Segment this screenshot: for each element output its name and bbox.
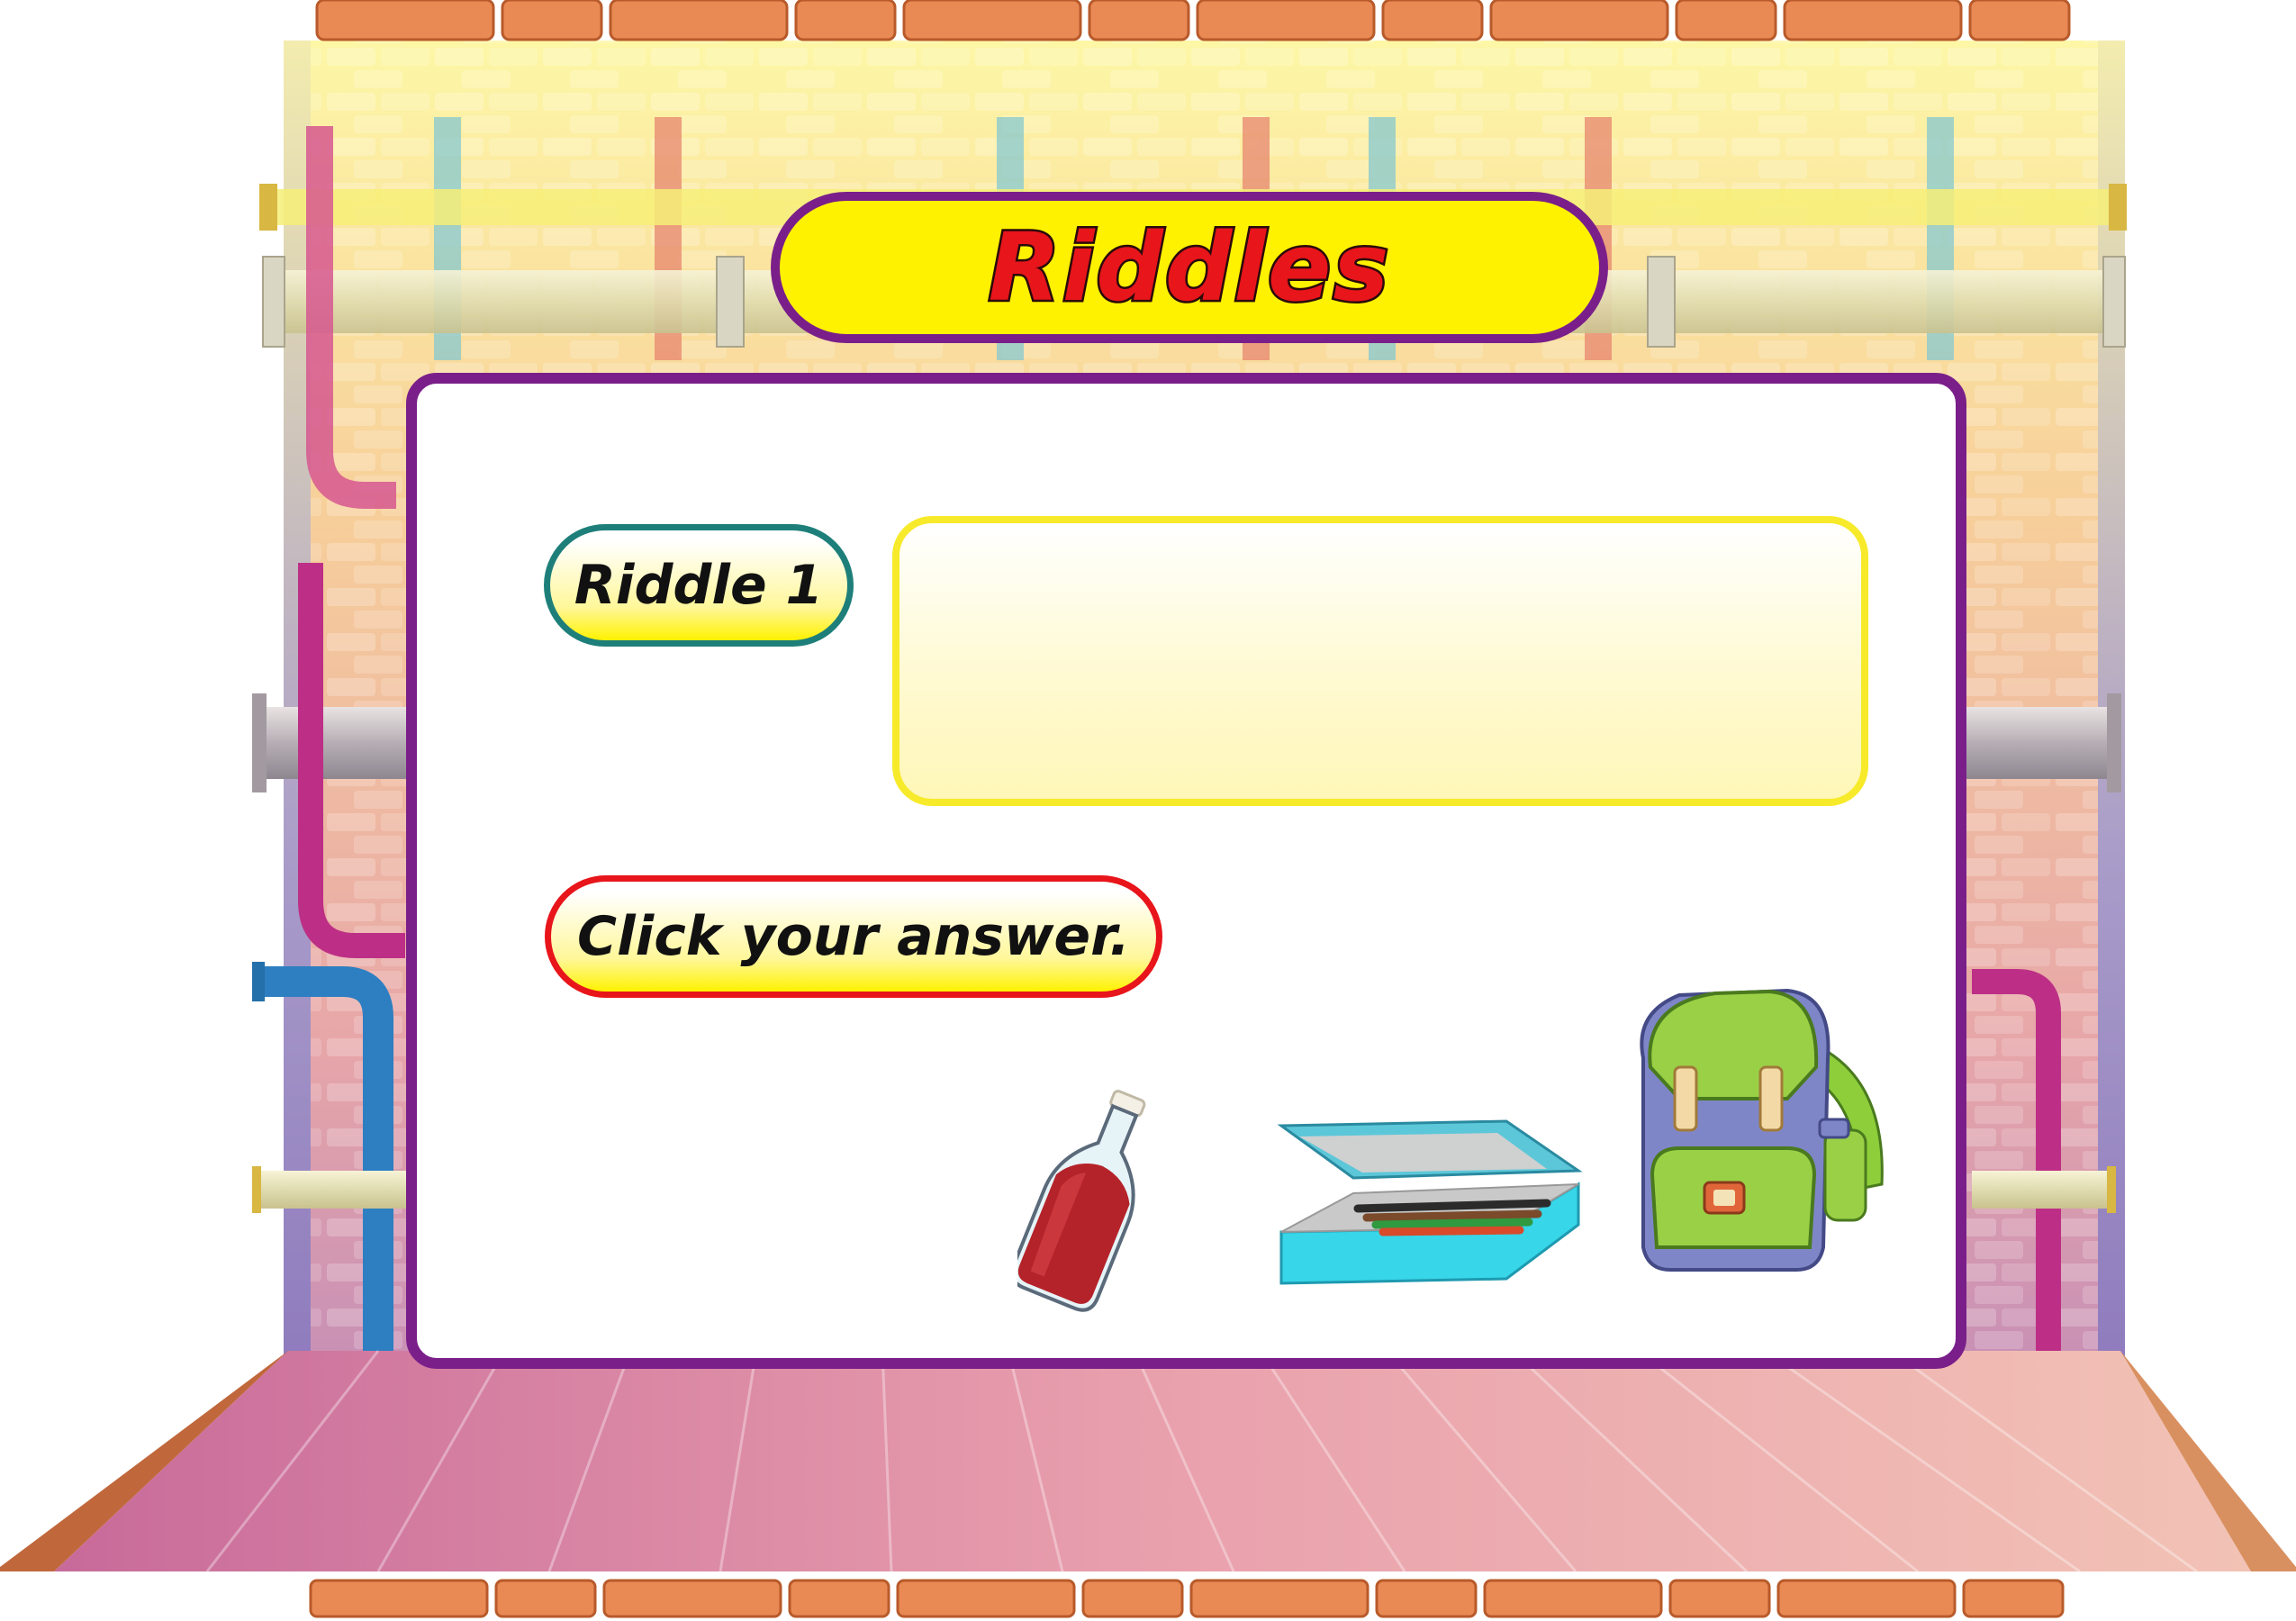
pencil-box-icon — [1277, 1119, 1583, 1285]
answer-option-bottle[interactable] — [1017, 1081, 1162, 1315]
riddle-number-text: Riddle 1 — [574, 554, 824, 617]
riddle-number-label: Riddle 1 — [544, 524, 854, 647]
riddle-text-box — [892, 516, 1868, 806]
answer-option-pencil-box[interactable] — [1277, 1117, 1583, 1288]
instruction-label: Click your answer. — [545, 875, 1162, 998]
instruction-text: Click your answer. — [577, 905, 1130, 968]
backpack-icon — [1640, 988, 1884, 1272]
answer-option-backpack[interactable] — [1616, 977, 1895, 1279]
page-title: Riddles — [986, 211, 1391, 325]
juice-bottle-icon — [1017, 1090, 1146, 1312]
title-banner: Riddles — [771, 192, 1608, 343]
